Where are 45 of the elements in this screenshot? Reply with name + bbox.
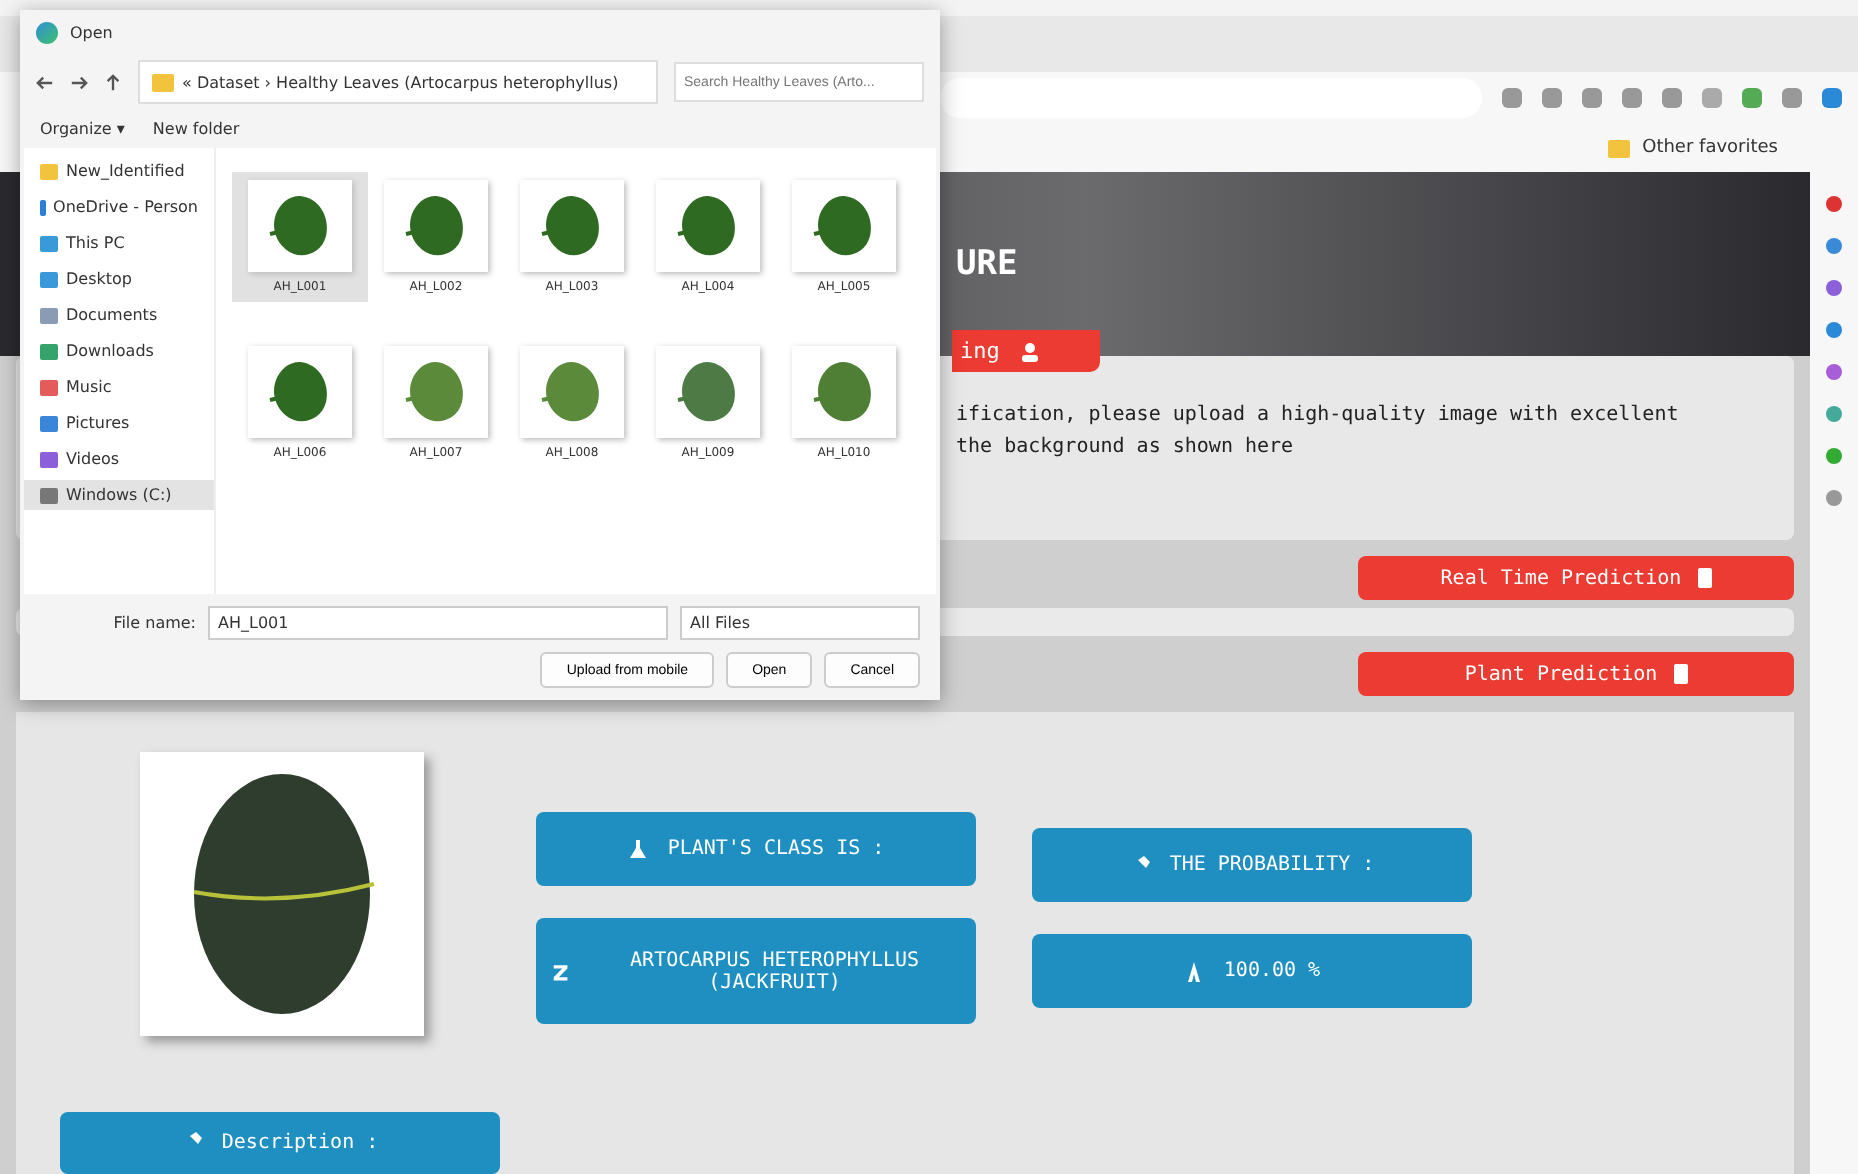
toolbar-menu-item[interactable]: Organize ▾: [40, 120, 125, 138]
user-icon: [1019, 341, 1040, 361]
up-icon[interactable]: [104, 73, 122, 91]
browser-logo-icon: [36, 21, 58, 43]
nav-item[interactable]: Videos: [24, 444, 214, 474]
zigzag-icon: [552, 961, 570, 981]
probability-label-button[interactable]: THE PROBABILITY :: [1032, 828, 1472, 902]
sidebar-app-icon[interactable]: [1826, 406, 1842, 422]
nav-item[interactable]: Pictures: [24, 408, 214, 438]
nav-item[interactable]: Downloads: [24, 336, 214, 366]
back-icon[interactable]: [36, 73, 54, 91]
probability-value-button[interactable]: 100.00 %: [1032, 934, 1472, 1008]
sidebar-app-icon[interactable]: [1826, 490, 1842, 506]
plant-prediction-button[interactable]: Plant Prediction: [1358, 652, 1794, 696]
description-button[interactable]: Description :: [60, 1111, 500, 1174]
nav-item[interactable]: Windows (C:): [24, 480, 214, 510]
nav-item[interactable]: Music: [24, 372, 214, 402]
nav-item[interactable]: Documents: [24, 300, 214, 330]
nav-item[interactable]: New_Identified: [24, 156, 214, 186]
phone-icon: [1673, 664, 1688, 684]
nav-item[interactable]: Desktop: [24, 264, 214, 294]
path-bar[interactable]: « Dataset › Healthy Leaves (Artocarpus heterophyllus): [138, 60, 658, 104]
real-time-prediction-button[interactable]: Real Time Prediction: [1358, 556, 1794, 600]
nav-item[interactable]: This PC: [24, 228, 214, 258]
nav-item[interactable]: OneDrive - Person: [24, 192, 214, 222]
upload-tab[interactable]: ing: [952, 330, 1100, 372]
sidebar-app-icon[interactable]: [1826, 322, 1842, 338]
instructions-text: ification, please upload a high-quality image with excellent the background as shown here: [956, 402, 1679, 462]
flask-icon: [627, 839, 648, 859]
forward-icon[interactable]: [70, 73, 88, 91]
dialog-title: Open: [70, 23, 113, 41]
sidebar-app-icon[interactable]: [1826, 238, 1842, 254]
favorites-link[interactable]: Other favorites: [1642, 138, 1778, 158]
file-name-field[interactable]: AH_L001: [208, 606, 668, 640]
file-name-label: File name:: [113, 614, 196, 632]
sidebar-app-icon[interactable]: [1826, 448, 1842, 464]
page-title: URE: [956, 244, 1018, 284]
sidebar-app-icon[interactable]: [1826, 280, 1842, 296]
file-type-dropdown[interactable]: All Files: [680, 606, 920, 640]
sidebar-app-icon[interactable]: [1826, 364, 1842, 380]
phone-icon: [1697, 568, 1712, 588]
sidebar-app-icon[interactable]: [1826, 196, 1842, 212]
class-label-button[interactable]: PLANT'S CLASS IS :: [536, 812, 976, 886]
toolbar-menu-item[interactable]: New folder: [152, 120, 240, 138]
class-value-button[interactable]: ARTOCARPUS HETEROPHYLLUS (JACKFRUIT): [536, 918, 976, 1024]
